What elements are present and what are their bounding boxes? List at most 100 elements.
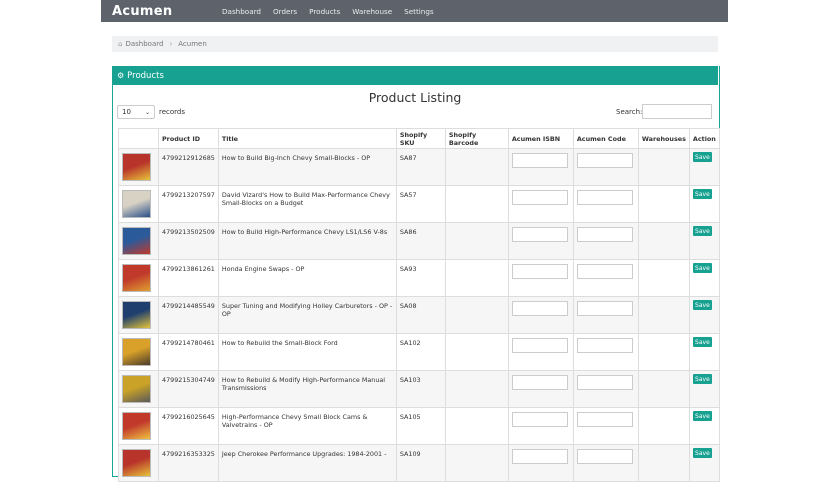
product-id-cell: 4799213207597 <box>158 185 219 223</box>
panel-title: Products <box>127 70 164 81</box>
acumen-isbn-input[interactable] <box>511 375 568 390</box>
acumen-code-cell <box>572 370 639 408</box>
acumen-code-input[interactable] <box>576 153 633 168</box>
acumen-code-cell <box>572 259 639 297</box>
shopify-sku-cell: SA102 <box>395 333 446 371</box>
acumen-isbn-input[interactable] <box>511 301 568 316</box>
warehouses-cell <box>637 333 690 371</box>
acumen-isbn-input[interactable] <box>511 190 568 205</box>
product-title-cell: How to Build High-Performance Chevy LS1/… <box>217 222 397 260</box>
shopify-sku-cell: SA08 <box>395 296 446 334</box>
shopify-sku-cell: SA109 <box>395 444 446 482</box>
action-cell: Save <box>688 333 720 371</box>
column-header[interactable]: Action <box>688 128 720 149</box>
breadcrumb-home[interactable]: Dashboard <box>125 40 163 48</box>
shopify-barcode-cell <box>444 222 509 260</box>
acumen-isbn-input[interactable] <box>511 338 568 353</box>
column-header[interactable] <box>118 128 159 149</box>
acumen-isbn-input[interactable] <box>511 264 568 279</box>
product-thumbnail <box>122 301 151 329</box>
product-thumbnail <box>122 190 151 218</box>
product-thumbnail <box>122 227 151 255</box>
save-button[interactable]: Save <box>692 411 712 421</box>
column-header[interactable]: Warehouses <box>637 128 690 149</box>
action-cell: Save <box>688 407 720 445</box>
acumen-isbn-input[interactable] <box>511 412 568 427</box>
nav-settings[interactable]: Settings <box>404 7 433 16</box>
product-id-cell: 4799213861261 <box>158 259 219 297</box>
home-icon: ⌂ <box>118 40 123 48</box>
thumbnail-cell <box>118 148 159 186</box>
table-row: 4799215304749 How to Rebuild & Modify Hig… <box>118 370 720 408</box>
save-button[interactable]: Save <box>692 448 712 458</box>
acumen-code-input[interactable] <box>576 264 633 279</box>
acumen-isbn-input[interactable] <box>511 227 568 242</box>
shopify-barcode-cell <box>444 370 509 408</box>
acumen-code-cell <box>572 296 639 334</box>
shopify-barcode-cell <box>444 148 509 186</box>
acumen-code-input[interactable] <box>576 338 633 353</box>
save-button[interactable]: Save <box>692 152 712 162</box>
column-header[interactable]: Product ID <box>158 128 219 149</box>
save-button[interactable]: Save <box>692 189 712 199</box>
breadcrumb-current: Acumen <box>178 40 207 48</box>
nav-orders[interactable]: Orders <box>273 7 297 16</box>
acumen-isbn-cell <box>507 259 574 297</box>
save-button[interactable]: Save <box>692 226 712 236</box>
product-title-cell: How to Rebuild the Small-Block Ford <box>217 333 397 371</box>
product-title-cell: How to Rebuild & Modify High-Performance… <box>217 370 397 408</box>
column-header[interactable]: Acumen ISBN <box>507 128 574 149</box>
panel-heading: ⚙ Products <box>112 66 718 85</box>
shopify-sku-cell: SA93 <box>395 259 446 297</box>
acumen-isbn-input[interactable] <box>511 449 568 464</box>
column-header[interactable]: Shopify Barcode <box>444 128 509 149</box>
acumen-isbn-cell <box>507 370 574 408</box>
acumen-code-input[interactable] <box>576 190 633 205</box>
product-thumbnail <box>122 449 151 477</box>
product-id-cell: 4799212912685 <box>158 148 219 186</box>
product-title-cell: Super Tuning and Modifying Holley Carbur… <box>217 296 397 334</box>
records-label: records <box>159 108 186 116</box>
action-cell: Save <box>688 370 720 408</box>
save-button[interactable]: Save <box>692 263 712 273</box>
thumbnail-cell <box>118 333 159 371</box>
save-button[interactable]: Save <box>692 300 712 310</box>
thumbnail-cell <box>118 222 159 260</box>
nav-warehouse[interactable]: Warehouse <box>352 7 392 16</box>
search-input[interactable] <box>642 104 712 119</box>
shopify-barcode-cell <box>444 444 509 482</box>
thumbnail-cell <box>118 296 159 334</box>
acumen-isbn-cell <box>507 333 574 371</box>
thumbnail-cell <box>118 407 159 445</box>
acumen-code-cell <box>572 444 639 482</box>
thumbnail-cell <box>118 370 159 408</box>
save-button[interactable]: Save <box>692 374 712 384</box>
product-table: Product ID Title Shopify SKU Shopify Barcod… <box>118 128 720 482</box>
shopify-barcode-cell <box>444 333 509 371</box>
nav-products[interactable]: Products <box>309 7 340 16</box>
acumen-code-input[interactable] <box>576 227 633 242</box>
column-header[interactable]: Acumen Code <box>572 128 639 149</box>
brand-logo[interactable]: Acumen <box>112 4 222 19</box>
shopify-sku-cell: SA105 <box>395 407 446 445</box>
warehouses-cell <box>637 444 690 482</box>
column-header[interactable]: Title <box>217 128 397 149</box>
warehouses-cell <box>637 222 690 260</box>
acumen-isbn-cell <box>507 296 574 334</box>
action-cell: Save <box>688 148 720 186</box>
acumen-code-cell <box>572 185 639 223</box>
acumen-code-input[interactable] <box>576 449 633 464</box>
nav-dashboard[interactable]: Dashboard <box>222 7 261 16</box>
acumen-code-input[interactable] <box>576 301 633 316</box>
page-length-select[interactable]: 10 ⌄ <box>117 105 155 119</box>
acumen-isbn-input[interactable] <box>511 153 568 168</box>
save-button[interactable]: Save <box>692 337 712 347</box>
table-row: 4799214780461 How to Rebuild the Small-Bl… <box>118 333 720 371</box>
acumen-code-input[interactable] <box>576 375 633 390</box>
product-id-cell: 4799216025645 <box>158 407 219 445</box>
shopify-barcode-cell <box>444 259 509 297</box>
acumen-code-input[interactable] <box>576 412 633 427</box>
column-header[interactable]: Shopify SKU <box>395 128 446 149</box>
thumbnail-cell <box>118 259 159 297</box>
product-thumbnail <box>122 375 151 403</box>
